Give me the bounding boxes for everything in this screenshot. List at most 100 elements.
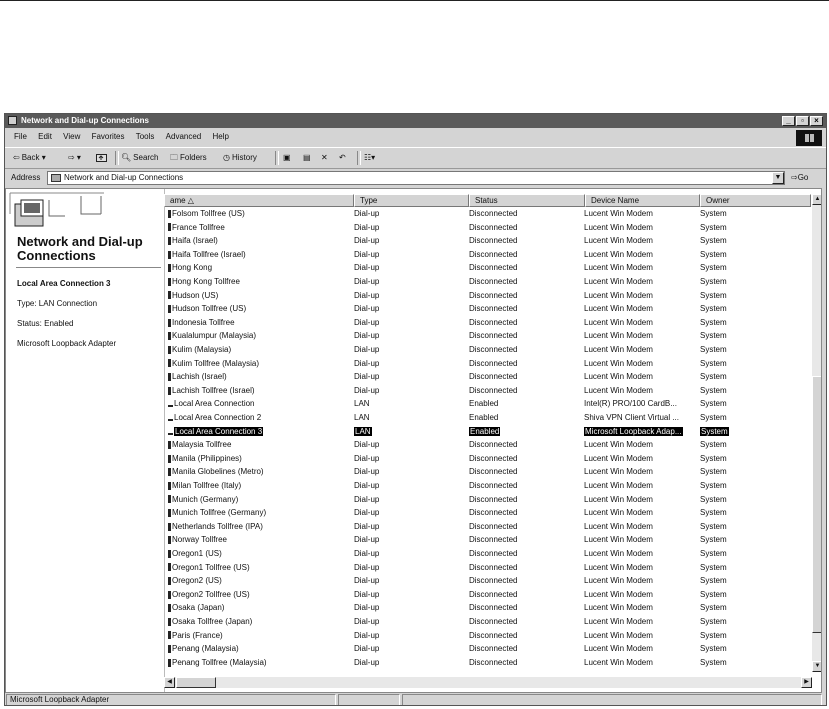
cell-type: Dial-up — [354, 248, 464, 261]
table-row[interactable]: Oregon1 (US) Dial-up Disconnected Lucent Wi… — [164, 547, 811, 560]
cell-text: Dial-up — [354, 617, 380, 626]
cell-status: Disconnected — [469, 574, 579, 587]
table-row[interactable]: Malaysia Tollfree Dial-up Disconnected Luce… — [164, 438, 811, 451]
go-button[interactable]: ⇨Go — [791, 173, 808, 182]
restore-button[interactable]: ▫ — [796, 116, 809, 126]
cell-name: Hong Kong Tollfree — [168, 275, 348, 288]
cell-text: System — [700, 222, 727, 232]
cell-type: Dial-up — [354, 465, 464, 478]
cell-text: Malaysia Tollfree — [172, 440, 232, 450]
table-row[interactable]: Penang Tollfree (Malaysia) Dial-up Disconn… — [164, 656, 811, 669]
forward-button[interactable]: ⇨ ▾ — [68, 152, 81, 164]
table-row[interactable]: Osaka (Japan) Dial-up Disconnected Lucent W… — [164, 601, 811, 614]
title-bar[interactable]: Network and Dial-up Connections _ ▫ × — [5, 114, 826, 128]
table-row[interactable]: Hong Kong Tollfree Dial-up Disconnected Luc… — [164, 275, 811, 288]
menu-file[interactable]: File — [14, 129, 27, 145]
menu-advanced[interactable]: Advanced — [166, 129, 202, 145]
menu-view[interactable]: View — [63, 129, 80, 145]
table-row[interactable]: Oregon2 Tollfree (US) Dial-up Disconnected… — [164, 588, 811, 601]
table-row[interactable]: Local Area Connection LAN Enabled Intel(R) … — [164, 397, 811, 410]
table-row[interactable]: Oregon2 (US) Dial-up Disconnected Lucent Wi… — [164, 574, 811, 587]
cell-status: Disconnected — [469, 221, 579, 234]
table-row[interactable]: Oregon1 Tollfree (US) Dial-up Disconnected… — [164, 561, 811, 574]
table-row[interactable]: Munich (Germany) Dial-up Disconnected Lucen… — [164, 493, 811, 506]
table-row[interactable]: Lachish (Israel) Dial-up Disconnected Lucen… — [164, 370, 811, 383]
copy-to-button[interactable]: ▤ — [303, 152, 311, 164]
table-row[interactable]: Penang (Malaysia) Dial-up Disconnected Luce… — [164, 642, 811, 655]
column-header-type[interactable]: Type — [354, 194, 469, 207]
move-to-button[interactable]: ▣ — [283, 152, 291, 164]
dialup-connection-icon — [168, 468, 171, 477]
cell-text: Lucent Win Modem — [584, 617, 653, 626]
menu-favorites[interactable]: Favorites — [92, 129, 125, 145]
close-button[interactable]: × — [810, 116, 823, 126]
back-button[interactable]: ⇦ Back ▾ — [13, 152, 46, 164]
scroll-right-button[interactable]: ▶ — [801, 677, 812, 688]
table-row[interactable]: Munich Tollfree (Germany) Dial-up Disconne… — [164, 506, 811, 519]
column-header-name[interactable]: ame △ — [164, 194, 354, 207]
folders-button[interactable]: 🗀︎ Folders — [170, 152, 207, 164]
horizontal-scrollbar[interactable]: ◀ ▶ — [164, 677, 812, 688]
cell-name: Norway Tollfree — [168, 533, 348, 546]
cell-text: LAN — [354, 399, 370, 409]
undo-button[interactable]: ↶ — [339, 152, 346, 164]
table-row[interactable]: Netherlands Tollfree (IPA) Dial-up Disconn… — [164, 520, 811, 533]
dialup-connection-icon — [168, 522, 171, 531]
minimize-button[interactable]: _ — [782, 116, 795, 126]
column-header-owner[interactable]: Owner — [700, 194, 811, 207]
cell-owner: System — [700, 601, 800, 614]
cell-text: System — [700, 426, 729, 436]
cell-device: Lucent Win Modem — [584, 642, 694, 655]
cell-type: Dial-up — [354, 629, 464, 642]
table-row[interactable]: Haifa (Israel) Dial-up Disconnected Lucent … — [164, 234, 811, 247]
search-button[interactable]: 🔍︎ Search — [121, 152, 159, 164]
cell-text: Osaka (Japan) — [172, 603, 225, 613]
address-field[interactable]: Network and Dial-up Connections ▼ — [47, 171, 785, 185]
cell-name: Munich Tollfree (Germany) — [168, 506, 348, 519]
cell-type: Dial-up — [354, 221, 464, 234]
table-row[interactable]: France Tollfree Dial-up Disconnected Lucent… — [164, 221, 811, 234]
table-row[interactable]: Hudson (US) Dial-up Disconnected Lucent Win… — [164, 289, 811, 302]
window-title: Network and Dial-up Connections — [21, 116, 150, 125]
table-row[interactable]: Osaka Tollfree (Japan) Dial-up Disconnecte… — [164, 615, 811, 628]
horizontal-scroll-thumb[interactable] — [176, 677, 216, 688]
history-button[interactable]: ◷ History — [223, 152, 257, 164]
views-button[interactable]: ☷▾ — [364, 152, 375, 164]
delete-button[interactable]: ✕ — [321, 152, 328, 164]
table-row[interactable]: Kualalumpur (Malaysia) Dial-up Disconnecte… — [164, 329, 811, 342]
table-row[interactable]: Hudson Tollfree (US) Dial-up Disconnected L… — [164, 302, 811, 315]
table-row[interactable]: Milan Tollfree (Italy) Dial-up Disconnecte… — [164, 479, 811, 492]
table-row[interactable]: Manila (Philippines) Dial-up Disconnected L… — [164, 452, 811, 465]
table-row[interactable]: Haifa Tollfree (Israel) Dial-up Disconnect… — [164, 248, 811, 261]
table-row[interactable]: Lachish Tollfree (Israel) Dial-up Disconne… — [164, 384, 811, 397]
cell-owner: System — [700, 452, 800, 465]
table-row[interactable]: Paris (France) Dial-up Disconnected Lucent … — [164, 629, 811, 642]
table-row[interactable]: Hong Kong Dial-up Disconnected Lucent Win M… — [164, 261, 811, 274]
vertical-scrollbar[interactable]: ▲ ▼ — [812, 194, 821, 672]
column-header-device-name[interactable]: Device Name — [585, 194, 700, 207]
table-row[interactable]: Manila Globelines (Metro) Dial-up Disconne… — [164, 465, 811, 478]
cell-name: Lachish (Israel) — [168, 370, 348, 383]
menu-edit[interactable]: Edit — [38, 129, 52, 145]
table-row[interactable]: Local Area Connection 2 LAN Enabled Shiva V… — [164, 411, 811, 424]
table-row[interactable]: Kulim Tollfree (Malaysia) Dial-up Disconne… — [164, 357, 811, 370]
table-row[interactable]: Kulim (Malaysia) Dial-up Disconnected Lucen… — [164, 343, 811, 356]
vertical-scroll-thumb[interactable] — [812, 376, 821, 633]
table-row[interactable]: Local Area Connection 3 LAN Enabled Microso… — [164, 425, 811, 438]
scroll-left-button[interactable]: ◀ — [164, 677, 175, 688]
cell-text: Dial-up — [354, 290, 380, 300]
cell-device: Lucent Win Modem — [584, 656, 694, 669]
menu-help[interactable]: Help — [212, 129, 228, 145]
column-header-status[interactable]: Status — [469, 194, 585, 207]
cell-text: Dial-up — [354, 508, 380, 518]
cell-text: Lucent Win Modem — [584, 644, 653, 654]
table-row[interactable]: Indonesia Tollfree Dial-up Disconnected Luc… — [164, 316, 811, 329]
address-dropdown-button[interactable]: ▼ — [772, 172, 784, 184]
up-folder-button[interactable] — [96, 152, 107, 166]
cell-text: Lucent Win Modem — [584, 236, 653, 246]
table-row[interactable]: Norway Tollfree Dial-up Disconnected Lucent… — [164, 533, 811, 546]
scroll-down-button[interactable]: ▼ — [812, 661, 821, 672]
table-row[interactable]: Folsom Tollfree (US) Dial-up Disconnected L… — [164, 207, 811, 220]
scroll-up-button[interactable]: ▲ — [812, 194, 821, 205]
menu-tools[interactable]: Tools — [136, 129, 155, 145]
